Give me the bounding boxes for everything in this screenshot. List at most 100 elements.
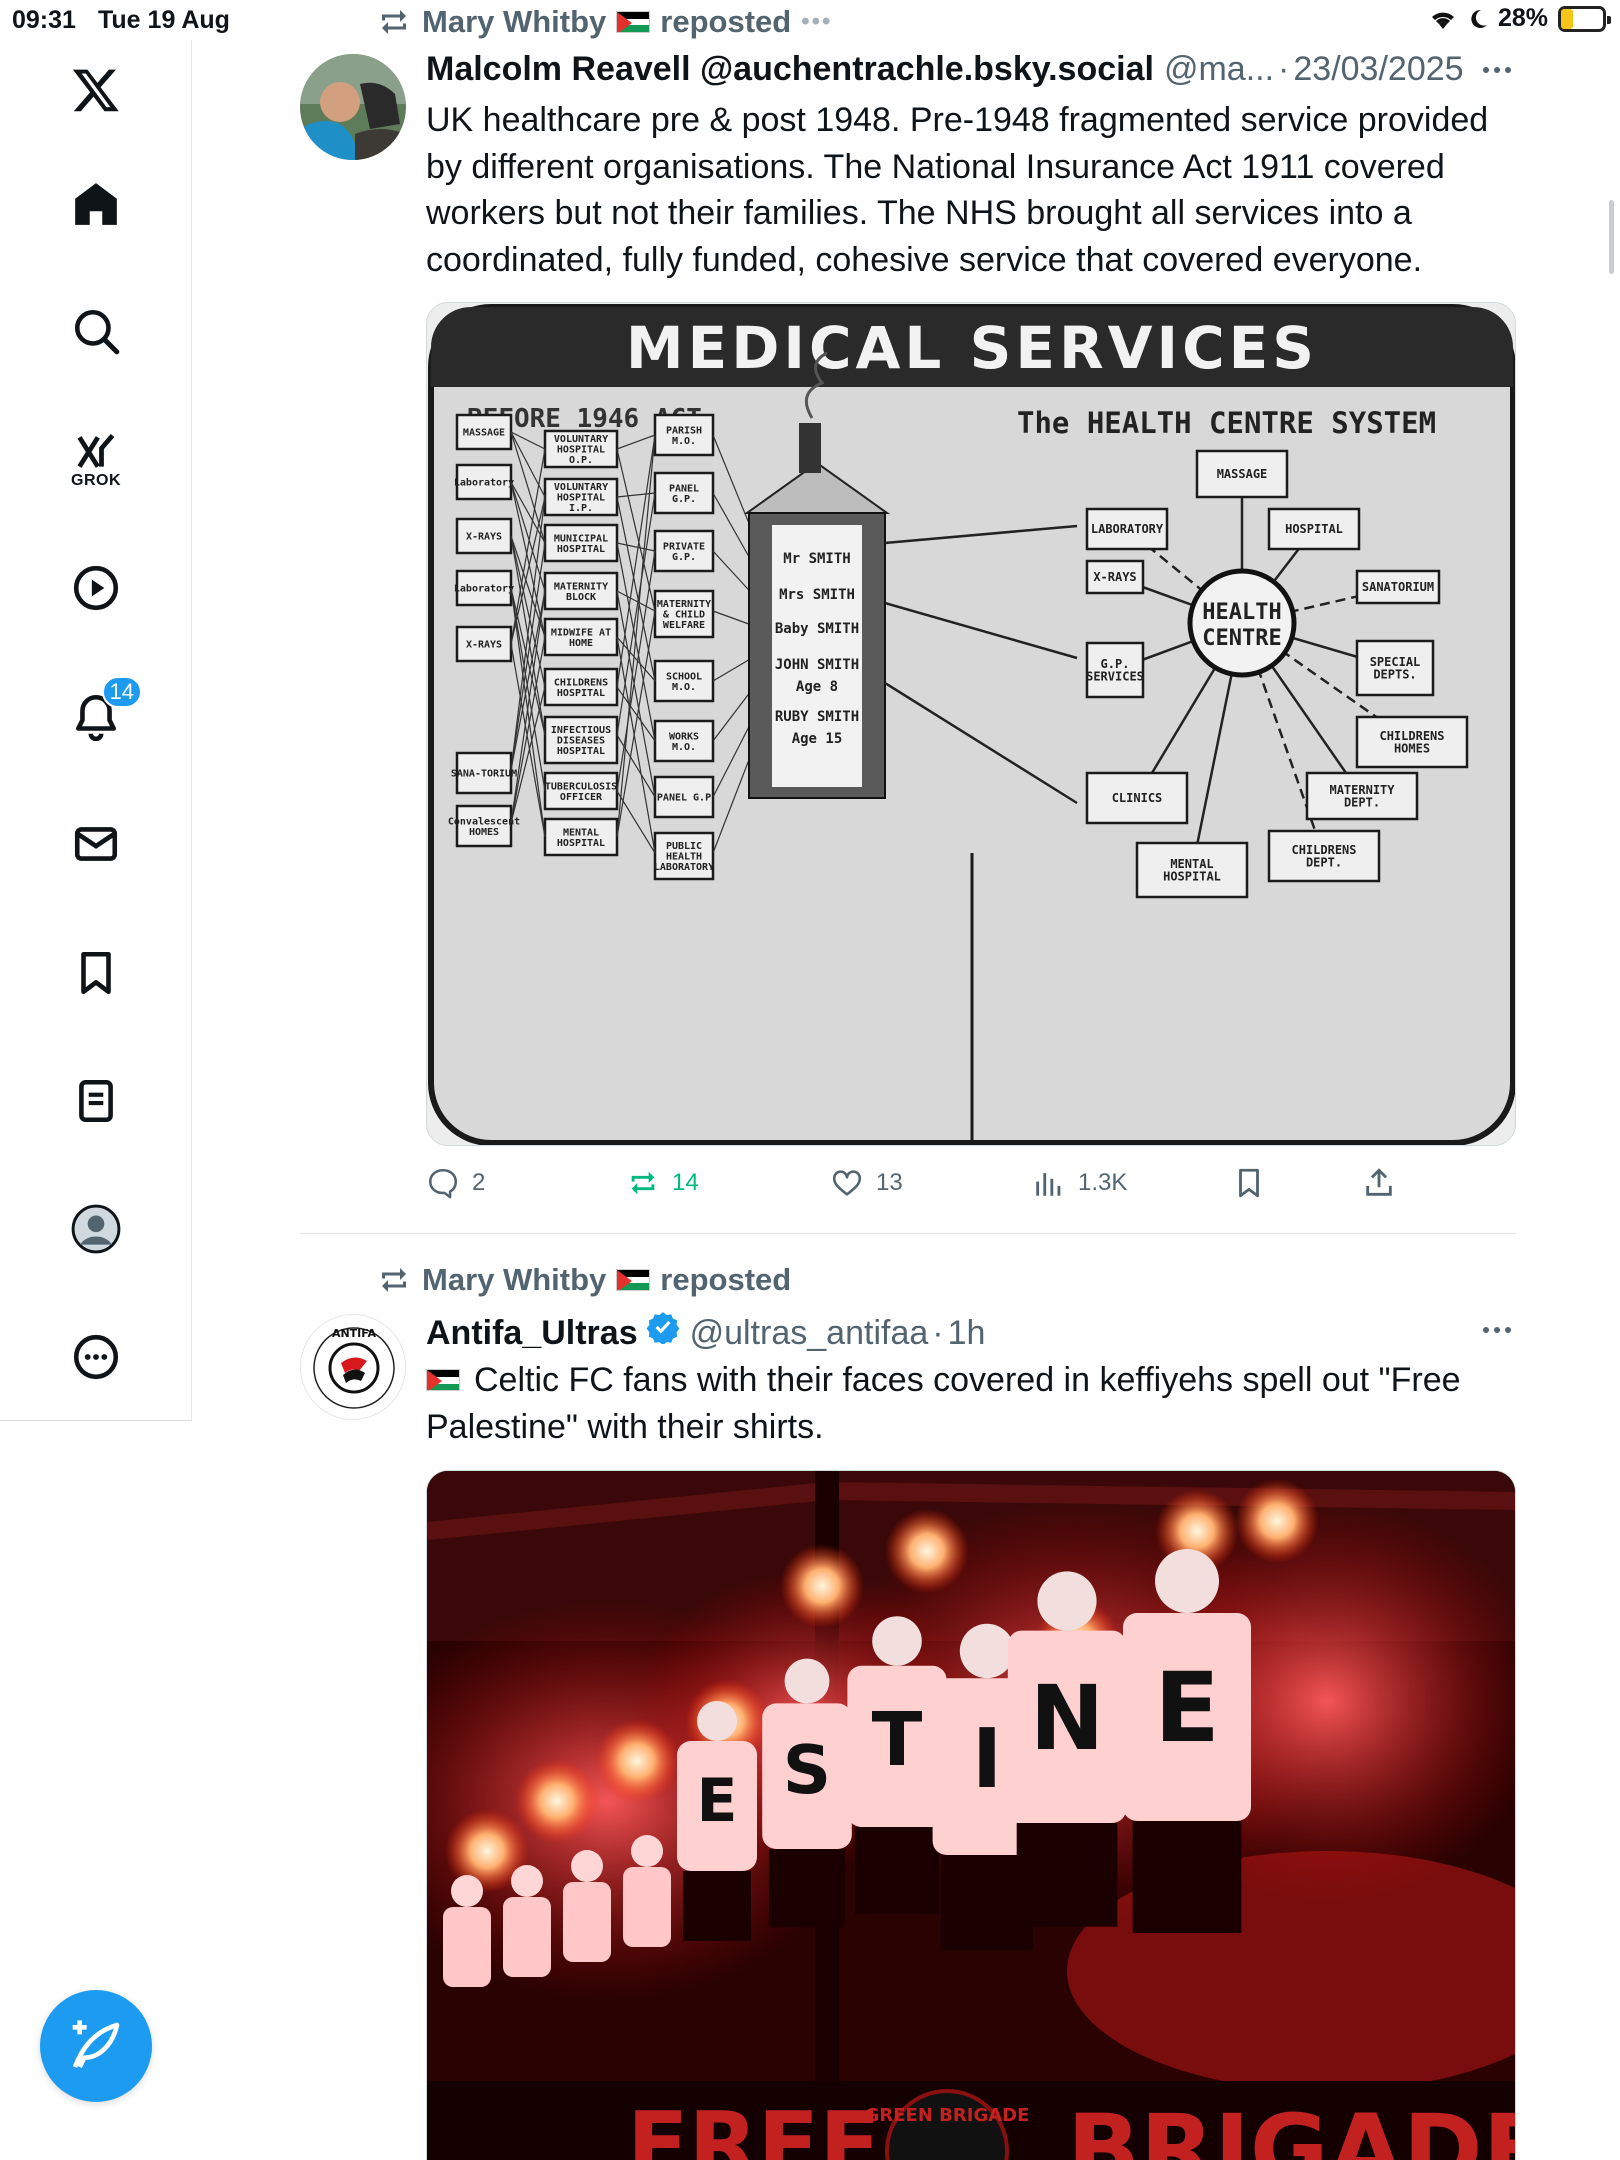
spoke-box: SPECIALDEPTS.	[1355, 639, 1435, 697]
avatar-text: ANTIFA	[332, 1327, 377, 1340]
sidebar-item-explore[interactable]	[56, 291, 136, 371]
left-col3-box-label: LABORATORY	[654, 862, 714, 873]
notification-badge: 14	[101, 676, 142, 708]
sidebar-item-video[interactable]	[56, 548, 136, 628]
left-col3-box: MATERNITY& CHILDWELFARE	[653, 589, 715, 639]
author-name[interactable]: Malcolm Reavell @auchentrachle.bsky.soci…	[426, 50, 1154, 89]
flare	[885, 1509, 969, 1593]
reply-icon	[428, 1168, 458, 1199]
sidebar-divider	[0, 1420, 192, 1421]
fan-legs	[1132, 1821, 1242, 1933]
spoke-box: CHILDRENSDEPT.	[1267, 829, 1381, 883]
post-timestamp[interactable]: 1h	[948, 1314, 986, 1353]
scrollbar-thumb[interactable]	[1609, 200, 1614, 274]
left-col2-box-label: OFFICER	[560, 792, 603, 803]
status-time: 09:31	[12, 6, 76, 34]
left-col2-box-label: MENTAL	[563, 827, 599, 838]
sidebar-item-more[interactable]	[56, 1317, 136, 1397]
left-col3-box-label: & CHILD	[663, 610, 705, 621]
shirt-letter: N	[1030, 1667, 1104, 1770]
author-avatar[interactable]	[300, 54, 406, 160]
post-timestamp[interactable]: 23/03/2025	[1293, 50, 1463, 89]
author-handle[interactable]: @ultras_antifaa	[690, 1314, 929, 1353]
left-col2-box-label: DISEASES	[557, 736, 605, 747]
spoke-box: SANATORIUM	[1355, 569, 1441, 605]
fan-body	[443, 1907, 491, 1987]
home-icon	[75, 183, 117, 225]
sidebar-item-bookmarks[interactable]	[56, 933, 136, 1013]
spoke-box: X-RAYS	[1085, 559, 1145, 595]
fan-head	[631, 1835, 663, 1867]
sidebar-item-messages[interactable]	[56, 804, 136, 884]
author-avatar-image	[300, 54, 406, 160]
spoke-box-label: MASSAGE	[1217, 467, 1268, 481]
spoke-box-label: X-RAYS	[1093, 570, 1136, 584]
views-button[interactable]: 1.3K	[1032, 1166, 1127, 1200]
repost-suffix: reposted	[660, 4, 792, 39]
left-col1-box: X-RAYS	[455, 517, 513, 555]
shirt-letter: E	[1154, 1652, 1220, 1764]
like-button[interactable]: 13	[830, 1166, 903, 1200]
author-name[interactable]: Antifa_Ultras	[426, 1314, 638, 1353]
left-col2-box: CHILDRENSHOSPITAL	[543, 667, 619, 707]
left-col1-box: SANA-TORIUM	[451, 751, 517, 795]
left-col3-box: PUBLICHEALTHLABORATORY	[653, 831, 715, 881]
family-member-label: Age 8	[796, 679, 838, 695]
shirt-letter: E	[697, 1766, 738, 1836]
left-col3-box-label: PANEL G.P	[657, 793, 711, 804]
spoke-box-label: DEPT.	[1344, 796, 1380, 810]
sidebar-item-profile[interactable]	[56, 1189, 136, 1269]
post-more-button[interactable]	[1477, 1320, 1517, 1340]
left-col2-box-label: I.P.	[569, 503, 593, 514]
left-col2-box-label: HOSPITAL	[557, 544, 605, 555]
flare	[515, 1759, 599, 1843]
left-col2-box-label: O.P.	[569, 455, 593, 466]
fan-head	[511, 1865, 543, 1897]
status-indicators: 28%	[1428, 4, 1611, 33]
left-col3-box-label: PANEL	[669, 483, 699, 494]
spoke-box: MATERNITYDEPT.	[1305, 771, 1419, 821]
medical-services-diagram: MEDICAL SERVICES BEFORE 1946 ACT The HEA…	[427, 303, 1515, 1145]
left-col3-box-label: G.P.	[672, 552, 696, 563]
sidebar-item-grok[interactable]: GROK	[56, 420, 136, 500]
left-col3-box-label: M.O.	[672, 436, 696, 447]
left-col3-box-label: PARISH	[666, 425, 702, 436]
repost-indicator: Mary Whitby reposted •••	[376, 4, 832, 40]
fan-head	[451, 1875, 483, 1907]
left-col3-box-label: WELFARE	[663, 620, 705, 631]
post-image-medical-services[interactable]: MEDICAL SERVICES BEFORE 1946 ACT The HEA…	[426, 302, 1516, 1146]
left-col1-box: MASSAGE	[455, 413, 513, 451]
author-avatar-2[interactable]: ANTIFA	[300, 1314, 406, 1420]
post-text-2: Celtic FC fans with their faces covered …	[426, 1357, 1516, 1450]
palestine-flag-icon	[426, 1369, 460, 1392]
post-image-celtic-fans[interactable]: ESTINE FREE GREEN BRIGADE BRIGADE	[426, 1470, 1516, 2160]
left-col3-box-label: WORKS	[669, 731, 699, 742]
post-header-2: Antifa_Ultras @ultras_antifaa · 1h	[426, 1310, 985, 1353]
left-col2-box-label: VOLUNTARY	[554, 434, 608, 445]
sidebar-item-x-logo[interactable]	[56, 50, 136, 130]
sidebar-item-home[interactable]	[56, 164, 136, 244]
family-member-label: JOHN SMITH	[775, 657, 859, 673]
spoke-box: HOSPITAL	[1267, 507, 1361, 551]
reply-button[interactable]: 2	[426, 1166, 485, 1200]
bookmark-button[interactable]	[1232, 1166, 1266, 1200]
repost-indicator-2: Mary Whitby reposted	[376, 1262, 791, 1298]
left-col2-box-label: HOME	[569, 638, 593, 649]
compose-button[interactable]	[40, 1990, 152, 2102]
left-col1-box: X-RAYS	[455, 625, 513, 663]
left-col3-box-label: MATERNITY	[657, 599, 711, 610]
reposter-name[interactable]: Mary Whitby	[422, 4, 606, 40]
verified-badge-icon	[646, 1310, 680, 1344]
reposter-name[interactable]: Mary Whitby	[422, 1262, 606, 1298]
repost-button[interactable]: 14	[626, 1166, 699, 1200]
palestine-flag-icon	[616, 11, 651, 33]
sidebar-item-notifications[interactable]: 14	[56, 676, 142, 756]
sidebar-item-lists[interactable]	[56, 1061, 136, 1141]
share-button[interactable]	[1362, 1166, 1396, 1200]
spoke-box: MASSAGE	[1195, 449, 1289, 499]
play-icon	[73, 565, 119, 611]
flare	[1235, 1479, 1319, 1563]
author-handle[interactable]: @ma...	[1164, 50, 1274, 89]
post-more-button[interactable]	[1477, 60, 1517, 80]
like-count: 13	[876, 1169, 903, 1196]
